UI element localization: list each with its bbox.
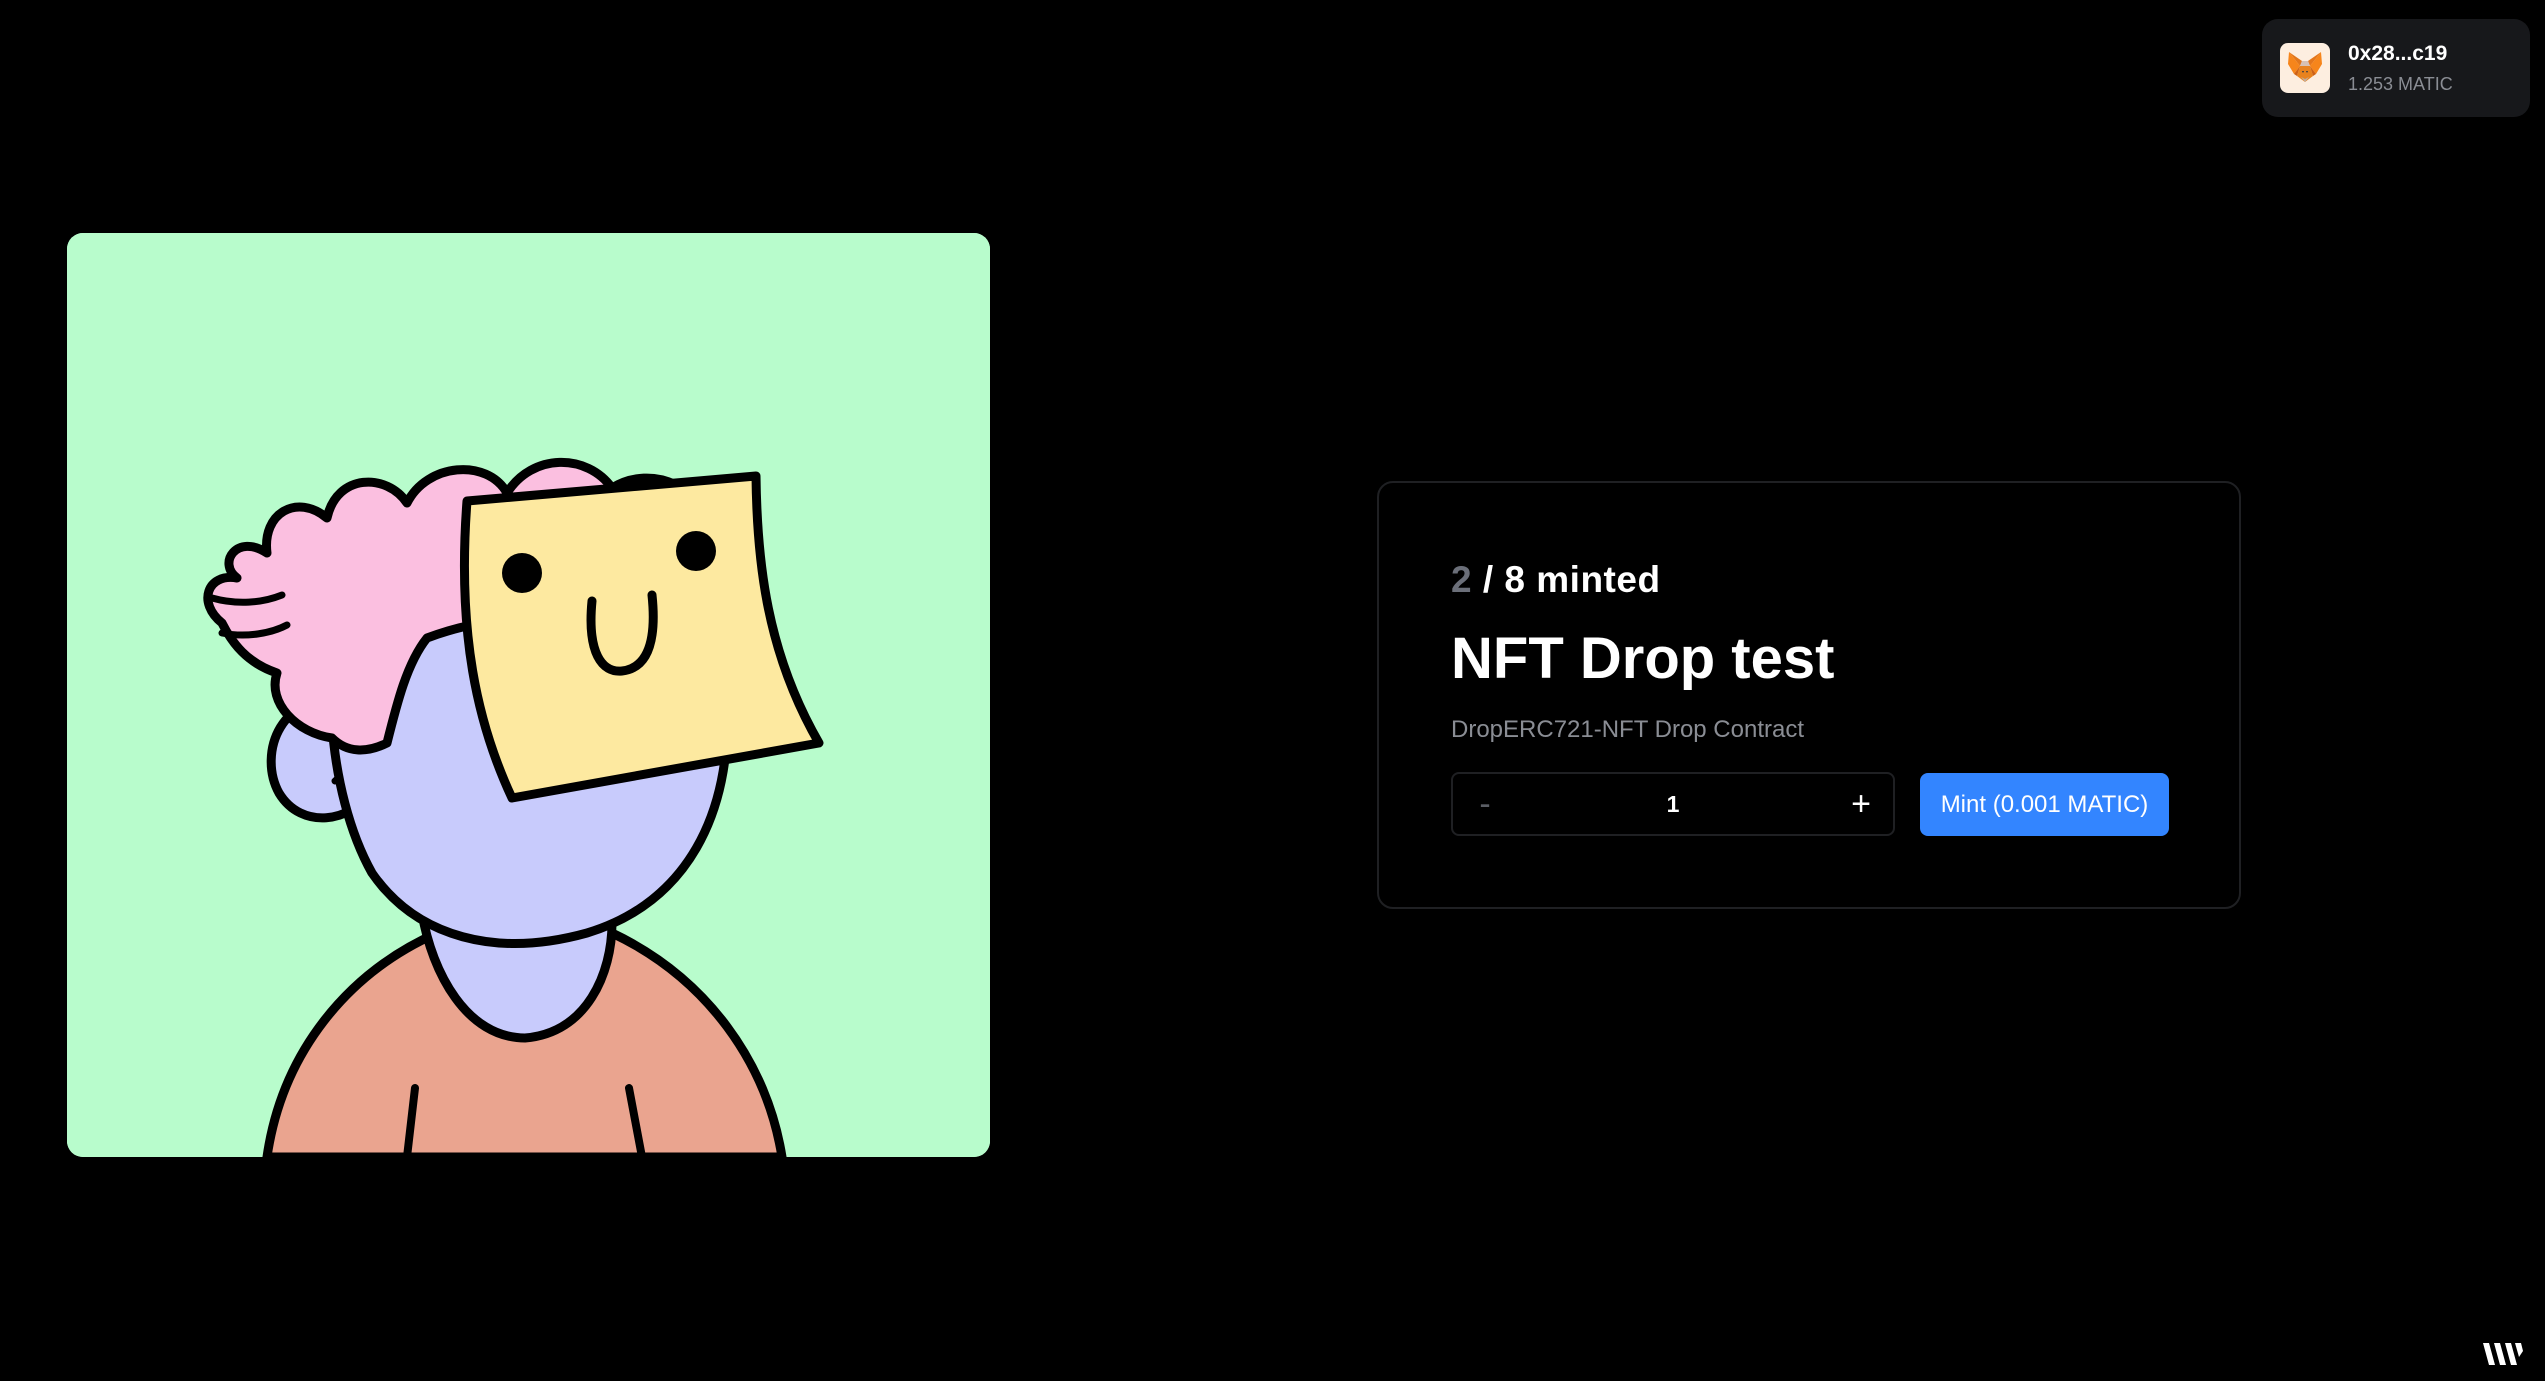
- increment-button[interactable]: +: [1829, 774, 1893, 834]
- wallet-address: 0x28...c19: [2348, 41, 2448, 65]
- wallet-balance: 1.253 MATIC: [2348, 73, 2453, 94]
- claimed-supply: 2 / 8 minted: [1451, 559, 1661, 601]
- nft-title: NFT Drop test: [1451, 626, 1835, 691]
- nft-preview-image: [67, 233, 990, 1157]
- metamask-fox-icon: [2280, 43, 2330, 93]
- wallet-info: 0x28...c19 1.253 MATIC: [2348, 41, 2453, 96]
- quantity-stepper: - 1 +: [1451, 772, 1895, 836]
- mint-button[interactable]: Mint (0.001 MATIC): [1920, 773, 2169, 836]
- minted-count: 2: [1451, 559, 1473, 600]
- quantity-value: 1: [1666, 790, 1680, 817]
- decrement-button[interactable]: -: [1453, 774, 1517, 834]
- page: 0x28...c19 1.253 MATIC 2 / 8 minted NFT …: [0, 0, 2545, 1381]
- nft-avatar-character: [67, 233, 990, 1157]
- contract-description: DropERC721-NFT Drop Contract: [1451, 716, 1805, 743]
- wallet-button[interactable]: 0x28...c19 1.253 MATIC: [2262, 19, 2530, 117]
- total-supply-label: / 8 minted: [1472, 559, 1661, 600]
- mint-card: 2 / 8 minted NFT Drop test DropERC721-NF…: [1377, 481, 2241, 909]
- thirdweb-logo-icon: [2483, 1341, 2525, 1367]
